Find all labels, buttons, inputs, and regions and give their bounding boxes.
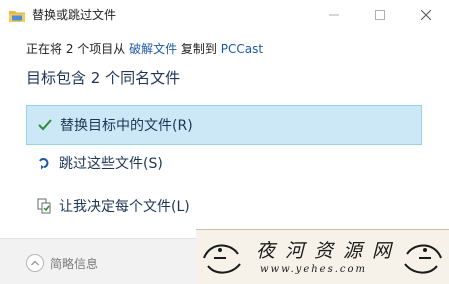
title-bar: 替换或跳过文件 — [0, 0, 449, 30]
fewer-details-label: 简略信息 — [50, 256, 99, 271]
source-prefix: 正在将 2 个项目从 — [26, 42, 130, 56]
checkmark-icon — [37, 117, 53, 133]
compare-files-icon — [36, 198, 52, 214]
skip-files-label: 跳过这些文件(S) — [59, 156, 163, 172]
source-folder-link[interactable]: 破解文件 — [129, 42, 177, 56]
folder-icon — [9, 8, 25, 22]
destination-folder-link[interactable]: PCCast — [221, 42, 263, 56]
fewer-details-button[interactable]: 简略信息 — [26, 254, 98, 272]
replace-files-option[interactable]: 替换目标中的文件(R) — [26, 105, 422, 145]
decide-each-file-label: 让我决定每个文件(L) — [59, 199, 190, 215]
watermark-banner: 夜河资源网 www.yehes.com — [196, 229, 449, 284]
chevron-up-icon — [26, 254, 44, 272]
copy-progress-text: 正在将 2 个项目从 破解文件 复制到 PCCast — [26, 41, 263, 57]
close-button[interactable] — [403, 0, 449, 30]
skip-files-option[interactable]: 跳过这些文件(S) — [26, 143, 422, 183]
watermark-url: www.yehes.com — [260, 264, 368, 275]
replace-files-label: 替换目标中的文件(R) — [60, 118, 193, 134]
skip-arrow-icon — [36, 155, 52, 171]
minimize-button[interactable] — [311, 0, 357, 30]
conflict-headline: 目标包含 2 个同名文件 — [26, 69, 181, 87]
source-middle: 复制到 — [177, 42, 221, 56]
maximize-button[interactable] — [357, 0, 403, 30]
decide-each-file-option[interactable]: 让我决定每个文件(L) — [26, 186, 422, 226]
watermark-title: 夜河资源网 — [256, 240, 402, 262]
ornament-left-icon — [200, 236, 244, 280]
window-title: 替换或跳过文件 — [32, 8, 117, 22]
ornament-right-icon — [401, 236, 445, 280]
